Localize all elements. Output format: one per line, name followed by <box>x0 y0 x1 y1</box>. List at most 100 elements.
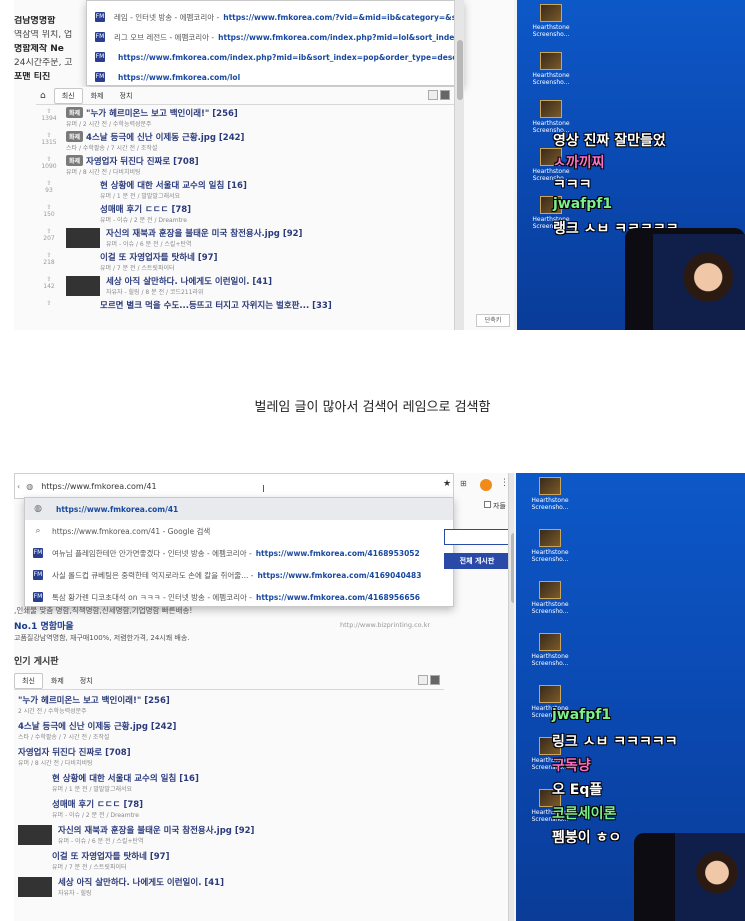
post-title-text[interactable]: 4스날 등극에 신난 이제동 근황.jpg [242] <box>86 133 244 143</box>
post-title-text[interactable]: 세상 아직 살만하다. 나에게도 이런일이. [41] <box>58 878 224 888</box>
extension-icon[interactable]: ⊞ <box>460 479 467 488</box>
post-title[interactable]: "누가 헤르미온느 보고 백인이래!" [256] <box>18 694 170 706</box>
post-title-text[interactable]: 4스날 등극에 신난 이제동 근황.jpg [242] <box>18 722 176 732</box>
post-title[interactable]: 화제 "누가 헤르미온느 보고 백인이래!" [256] <box>66 107 238 119</box>
post-row[interactable]: 성매매 후기 ㄷㄷㄷ [78] 유머 - 이슈 / 2 분 전 / Dreamtr… <box>14 797 444 821</box>
desktop-icon[interactable]: Hearthstone Screensho... <box>520 529 580 563</box>
post-title[interactable]: 화제 자영업자 뒤진다 진짜로 [708] <box>66 155 199 167</box>
post-title-text[interactable]: 자영업자 뒤진다 진짜로 [708] <box>86 157 199 167</box>
post-row[interactable]: 세상 아직 살만하다. 나에게도 이런일이. [41] 자유자 - 힐링 <box>14 875 444 899</box>
page-scrollbar[interactable] <box>454 0 464 330</box>
desktop-icon[interactable]: Hearthstone Screensho... <box>521 4 581 38</box>
hearthstone-screenshot-icon <box>539 633 561 651</box>
post-title[interactable]: 자신의 재북과 훈장을 불태운 미국 참전용사.jpg [92] <box>106 227 302 239</box>
post-title[interactable]: 자신의 재북과 훈장을 불태운 미국 참전용사.jpg [92] <box>58 824 254 836</box>
vote-count: ⇧ 1090 <box>38 156 60 170</box>
caption-text: 벌레임 글이 많아서 검색어 레임으로 검색함 <box>254 400 491 415</box>
post-title-text[interactable]: 자신의 재북과 훈장을 불태운 미국 참전용사.jpg [92] <box>58 826 254 836</box>
desktop-icon[interactable]: Hearthstone Screensho... <box>521 52 581 86</box>
suggestion-row[interactable]: FM 여뉴님 플레임한테만 안가면좋겠다 - 인터넷 방송 - 에펨코리아 - h… <box>25 542 453 564</box>
post-title[interactable]: 세상 아직 살만하다. 나에게도 이런일이. [41] <box>106 275 272 287</box>
post-title-text[interactable]: "누가 헤르미온느 보고 백인이래!" [256] <box>86 109 238 119</box>
post-title[interactable]: 4스날 등극에 신난 이제동 근황.jpg [242] <box>18 720 176 732</box>
post-thumbnail[interactable] <box>18 825 52 845</box>
post-title-text[interactable]: 성매매 후기 ㄷㄷㄷ [78] <box>52 800 143 810</box>
post-title[interactable]: 세상 아직 살만하다. 나에게도 이런일이. [41] <box>58 876 224 888</box>
post-row[interactable]: ⇧ 218 이걸 또 자영업자를 탓하네 [97] 유머 / 7 분 전 / 스트릿파… <box>36 250 454 274</box>
back-icon[interactable]: ‹ <box>17 482 20 491</box>
view-toggle[interactable] <box>428 90 450 100</box>
tab-0[interactable]: 최신 <box>53 87 83 104</box>
desktop-icon[interactable]: Hearthstone Screensho... <box>520 581 580 615</box>
suggestion-row[interactable]: FM https://www.fmkorea.com/lol <box>87 67 463 87</box>
post-row[interactable]: 자신의 재북과 훈장을 불태운 미국 참전용사.jpg [92] 유머 - 이슈 … <box>14 823 444 847</box>
post-title-text[interactable]: 자영업자 뒤진다 진짜로 [708] <box>18 748 131 758</box>
post-row[interactable]: ⇧ 1394 화제 "누가 헤르미온느 보고 백인이래!" [256] 유머 / 2 시… <box>36 106 454 130</box>
profile-avatar[interactable] <box>480 479 492 491</box>
post-title-text[interactable]: "누가 헤르미온느 보고 백인이래!" [256] <box>18 696 170 706</box>
post-title[interactable]: 현 상황에 대한 서울대 교수의 일침 [16] <box>52 772 199 784</box>
bookmark-star-icon[interactable]: ★ <box>443 479 451 489</box>
tab-1[interactable]: 화제 <box>43 673 72 689</box>
post-title-text[interactable]: 성매매 후기 ㄷㄷㄷ [78] <box>100 205 191 215</box>
post-title[interactable]: 이걸 또 자영업자를 탓하네 [97] <box>100 251 217 263</box>
post-row[interactable]: 자영업자 뒤진다 진짜로 [708] 유머 / 8 시간 전 / 다비치비팅 <box>14 745 444 769</box>
post-title-text[interactable]: 자신의 재북과 훈장을 불태운 미국 참전용사.jpg [92] <box>106 229 302 239</box>
home-icon[interactable]: ⌂ <box>40 91 46 101</box>
desktop-icon[interactable]: Hearthstone Screensho... <box>520 477 580 511</box>
tab-2[interactable]: 정치 <box>112 88 141 104</box>
desktop-icon[interactable]: Hearthstone Screensho... <box>521 100 581 134</box>
post-title-text[interactable]: 세상 아직 살만하다. 나에게도 이런일이. [41] <box>106 277 272 287</box>
post-row[interactable]: 현 상황에 대한 서울대 교수의 일침 [16] 유머 / 1 분 전 / 말말말… <box>14 771 444 795</box>
view-toggle[interactable] <box>418 675 440 685</box>
post-thumbnail[interactable] <box>66 228 100 248</box>
desktop-icon[interactable]: Hearthstone Screensho... <box>520 633 580 667</box>
search-all-button[interactable]: 전체 게시판 <box>444 553 510 569</box>
post-title[interactable]: 성매매 후기 ㄷㄷㄷ [78] <box>100 203 191 215</box>
post-title[interactable]: 현 상황에 대한 서울대 교수의 일침 [16] <box>100 179 247 191</box>
post-row[interactable]: ⇧ 207 자신의 재북과 훈장을 불태운 미국 참전용사.jpg [92] 유머 -… <box>36 226 454 250</box>
post-title[interactable]: 화제 4스날 등극에 신난 이제동 근황.jpg [242] <box>66 131 244 143</box>
post-title-text[interactable]: 이걸 또 자영업자를 탓하네 [97] <box>52 852 169 862</box>
post-title[interactable]: 자영업자 뒤진다 진짜로 [708] <box>18 746 131 758</box>
post-thumbnail[interactable] <box>66 276 100 296</box>
suggestion-url: https://www.fmkorea.com/4168953052 <box>255 548 420 558</box>
tab-1[interactable]: 화제 <box>83 88 112 104</box>
post-row[interactable]: "누가 헤르미온느 보고 백인이래!" [256] 2 시간 전 / 수학능력성문… <box>14 693 444 717</box>
suggestion-row[interactable]: ◍ https://www.fmkorea.com/41 <box>25 498 453 520</box>
post-row[interactable]: ⇧ 150 성매매 후기 ㄷㄷㄷ [78] 유머 - 이슈 / 2 분 전 / Dre… <box>36 202 454 226</box>
post-row[interactable]: 4스날 등극에 신난 이제동 근황.jpg [242] 스타 / 수학팔송 / 7… <box>14 719 444 743</box>
post-meta: 유머 - 이슈 / 6 분 전 / 스킬+탄역 <box>58 838 144 845</box>
post-row[interactable]: ⇧ 142 세상 아직 살만하다. 나에게도 이런일이. [41] 자유자 - 힐링 … <box>36 274 454 298</box>
post-row[interactable]: 이걸 또 자영업자를 탓하네 [97] 유머 / 7 분 전 / 스트릿파이터 <box>14 849 444 873</box>
tab-2[interactable]: 정치 <box>72 673 101 689</box>
post-row[interactable]: ⇧ 모르면 별크 먹을 수도...등뜨고 터지고 자위지는 벌호판... [33] <box>36 298 454 322</box>
post-row[interactable]: ⇧ 93 현 상황에 대한 서울대 교수의 일침 [16] 유머 / 1 분 전 / … <box>36 178 454 202</box>
search-input[interactable] <box>444 529 510 545</box>
post-title[interactable]: 모르면 별크 먹을 수도...등뜨고 터지고 자위지는 벌호판... [33] <box>100 299 332 311</box>
suggestion-row[interactable]: FM https://www.fmkorea.com/index.php?mid=… <box>87 47 463 67</box>
ad-line[interactable]: No.1 명함마을 <box>14 619 74 632</box>
globe-icon: ◍ <box>34 504 42 514</box>
post-title-text[interactable]: 현 상황에 대한 서울대 교수의 일침 [16] <box>52 774 199 784</box>
suggestion-row[interactable]: FM 레임 - 인터넷 방송 - 에펨코리아 - https://www.fmko… <box>87 7 463 27</box>
search-checkbox-area[interactable]: 자들 <box>484 501 506 511</box>
post-row[interactable]: ⇧ 1315 화제 4스날 등극에 신난 이제동 근황.jpg [242] 스타 / 수… <box>36 130 454 154</box>
address-input-value[interactable]: https://www.fmkorea.com/41 <box>41 482 156 491</box>
shortcut-button[interactable]: 단축키 <box>476 314 510 327</box>
post-meta: 2 시간 전 / 수학능력성문주 <box>18 708 87 715</box>
suggestion-row[interactable]: FM 리그 오브 레전드 - 에펨코리아 - https://www.fmkore… <box>87 27 463 47</box>
post-title-text[interactable]: 이걸 또 자영업자를 탓하네 [97] <box>100 253 217 263</box>
stream-chat-text: 구독냥 <box>552 758 591 774</box>
suggestion-row[interactable]: FM 사실 롤드컵 큐베팀은 중력한테 억지로라도 손에 칼을 쥐어줄... - … <box>25 564 453 586</box>
suggestion-row[interactable]: ⌕ https://www.fmkorea.com/41 - Google 검색 <box>25 520 453 542</box>
post-title-text[interactable]: 모르면 별크 먹을 수도...등뜨고 터지고 자위지는 벌호판... [33] <box>100 301 332 311</box>
address-bar[interactable]: ‹ ◍ https://www.fmkorea.com/41 <box>14 473 454 499</box>
post-thumbnail[interactable] <box>18 877 52 897</box>
post-title-text[interactable]: 현 상황에 대한 서울대 교수의 일침 [16] <box>100 181 247 191</box>
page-scrollbar[interactable] <box>508 473 514 921</box>
post-title[interactable]: 성매매 후기 ㄷㄷㄷ [78] <box>52 798 143 810</box>
post-title[interactable]: 이걸 또 자영업자를 탓하네 [97] <box>52 850 169 862</box>
tab-0[interactable]: 최신 <box>14 672 43 689</box>
post-row[interactable]: ⇧ 1090 화제 자영업자 뒤진다 진짜로 [708] 유머 / 8 시간 전 / 다… <box>36 154 454 178</box>
